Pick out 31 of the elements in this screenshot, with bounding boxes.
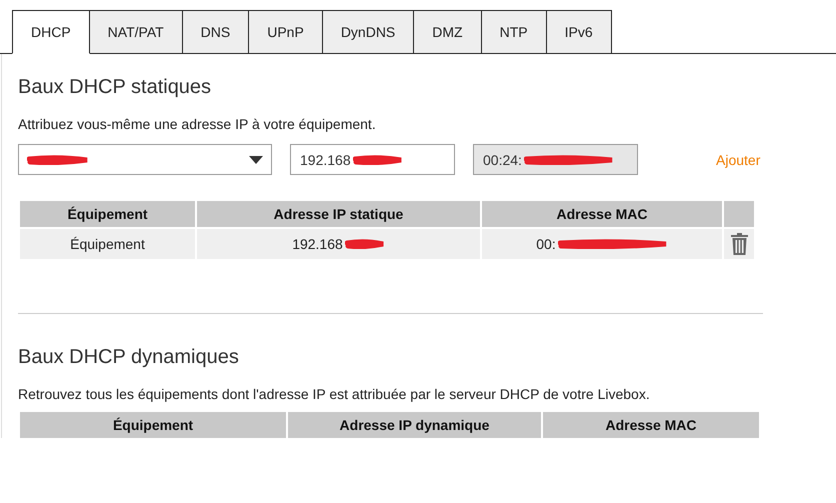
redaction-mark	[344, 239, 385, 249]
ip-field[interactable]: 192.168	[290, 144, 455, 175]
description: Retrouvez tous les équipements dont l'adresse IP est attribuée par le serveur DHCP de votre Livebox.	[18, 386, 651, 402]
description: Attribuez vous-même une adresse IP à votre équipement.	[18, 116, 377, 132]
redaction-mark	[27, 154, 89, 164]
column-header: Adresse IP statique	[197, 201, 480, 227]
column-header: Adresse IP dynamique	[288, 412, 541, 438]
table-cell: 00:	[536, 236, 556, 252]
tab[interactable]: IPv6	[546, 10, 612, 53]
tab[interactable]: DynDNS	[322, 10, 414, 53]
column-header: Adresse MAC	[543, 412, 759, 438]
device-select[interactable]	[18, 144, 272, 175]
tab[interactable]: DMZ	[414, 10, 482, 53]
tab[interactable]: NTP	[482, 10, 547, 53]
column-header: Équipement	[20, 412, 286, 438]
mac-field: 00:24:	[473, 144, 638, 175]
column-header: Équipement	[20, 201, 195, 227]
redaction-mark	[352, 154, 403, 164]
delete-button[interactable]	[724, 229, 754, 259]
section-title: Baux DHCP statiques	[18, 76, 212, 100]
column-header: Adresse MAC	[482, 201, 722, 227]
table-cell: Équipement	[20, 229, 195, 259]
header-background	[724, 201, 754, 227]
section-title: Baux DHCP dynamiques	[18, 346, 240, 370]
tab[interactable]: DNS	[182, 10, 250, 53]
tab[interactable]: DHCP	[12, 10, 90, 54]
trash-icon	[730, 233, 748, 255]
tab[interactable]: NAT/PAT	[90, 10, 183, 53]
caret-icon	[249, 156, 263, 164]
tab[interactable]: UPnP	[249, 10, 323, 53]
table-cell: 192.168	[292, 236, 343, 252]
